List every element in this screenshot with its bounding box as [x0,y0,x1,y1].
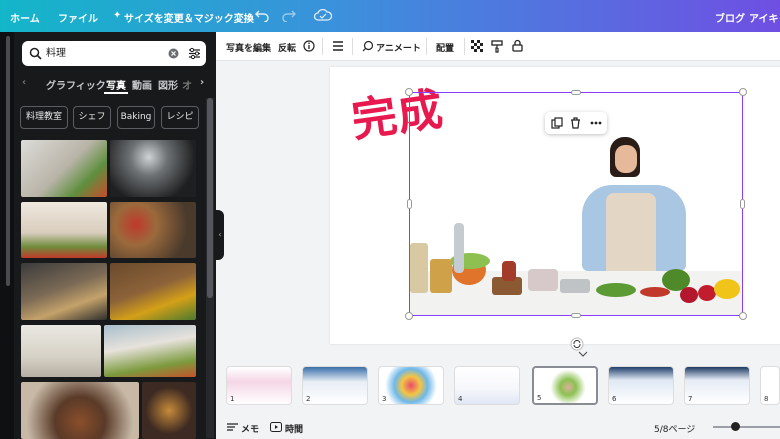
notes-button[interactable]: メモ [241,422,259,435]
chip-baking[interactable]: Baking [117,106,155,129]
divider [426,38,427,55]
home-menu[interactable]: ホーム [10,10,40,25]
timer-icon [270,422,282,432]
panel-scrollbar[interactable] [206,98,214,438]
copy-style-icon[interactable] [491,40,503,53]
bottom-bar: メモ 時間 5/8ページ [216,414,780,439]
chevron-right-icon[interactable]: › [200,77,204,88]
chevron-left-icon[interactable]: ‹ [22,77,26,88]
position-button[interactable]: 配置 [436,41,454,54]
redo-icon[interactable] [282,8,296,22]
undo-icon[interactable] [255,8,269,22]
resize-handle[interactable] [739,312,747,320]
divider [464,38,465,55]
flip-button[interactable]: 反転 [278,41,296,54]
photo-thumbnail[interactable] [110,263,196,320]
clear-search-icon[interactable] [168,48,179,59]
border-style-icon[interactable] [332,40,344,52]
zoom-slider[interactable] [713,426,780,428]
resize-handle[interactable] [571,90,581,95]
tab-more[interactable]: オ [182,77,192,92]
filter-icon[interactable] [188,47,201,60]
tab-shapes[interactable]: 図形 [158,77,178,92]
tab-videos[interactable]: 動画 [132,77,152,92]
chip-cooking-class[interactable]: 料理教室 [20,106,68,129]
page-number: 8 [764,395,769,403]
resize-handle[interactable] [739,88,747,96]
photo-thumbnail[interactable] [21,140,107,197]
design-title[interactable]: アイキャ [749,10,780,25]
magic-icon: ✦ [113,10,122,21]
photo-thumbnail[interactable] [21,263,107,320]
animate-button[interactable]: アニメート [376,41,421,54]
page-number: 5 [537,394,542,402]
category-tabs: ‹ グラフィック 写真 動画 図形 オ › [20,74,210,94]
notes-icon [227,423,238,431]
zoom-slider-thumb[interactable] [731,422,740,431]
search-icon [29,47,42,60]
rail-scrollbar[interactable] [6,36,10,286]
photo-thumbnail[interactable] [110,140,196,197]
timer-button[interactable]: 時間 [285,422,303,435]
page-thumbnail[interactable]: 6 [608,366,674,405]
animate-icon [362,40,374,52]
lock-icon[interactable] [512,39,523,52]
resize-handle[interactable] [740,199,745,209]
rotate-icon[interactable] [570,337,584,351]
page-thumbnail[interactable]: 3 [378,366,444,405]
collapse-panel-handle[interactable]: ‹ [216,210,224,260]
search-box [22,41,206,66]
active-tab-indicator [104,92,128,94]
page-strip: 1 2 3 4 5 6 7 8 [216,358,780,410]
photo-thumbnail[interactable] [142,382,196,439]
tab-photos[interactable]: 写真 [106,77,126,92]
page-thumbnail[interactable]: 7 [684,366,750,405]
page-number: 7 [688,395,693,403]
page-thumbnail[interactable]: 8 [760,366,780,405]
photo-thumbnail[interactable] [21,382,139,439]
side-panel: ‹ グラフィック 写真 動画 図形 オ › 料理教室 シェフ Baking レシ… [0,32,216,439]
resize-handle[interactable] [407,199,412,209]
scrollbar-thumb[interactable] [207,98,213,298]
chip-chef[interactable]: シェフ [73,106,111,129]
page-number: 3 [382,395,387,403]
resize-handle[interactable] [571,313,581,318]
resize-button[interactable]: サイズを変更＆マジック変換 [124,10,254,25]
page-thumbnail-current[interactable]: 5 [532,366,598,405]
resize-handle[interactable] [405,88,413,96]
edit-photo-button[interactable]: 写真を編集 [226,41,271,54]
photo-thumbnail[interactable] [110,202,196,258]
page-thumbnail[interactable]: 4 [454,366,520,405]
context-toolbar: 写真を編集 反転 アニメート 配置 [216,32,780,61]
blog-label[interactable]: ブログ [715,10,745,25]
page-thumbnail[interactable]: 1 [226,366,292,405]
tab-graphics[interactable]: グラフィック [46,77,106,92]
chevron-down-icon[interactable] [578,351,588,357]
photo-thumbnail[interactable] [104,325,196,377]
cloud-save-icon[interactable] [314,8,332,22]
panel-rail [0,32,14,439]
photo-thumbnail[interactable] [21,202,107,258]
file-menu[interactable]: ファイル [58,10,98,25]
divider [352,38,353,55]
chip-recipe[interactable]: レシピ [161,106,199,129]
more-options-icon[interactable] [590,121,602,125]
resize-handle[interactable] [405,312,413,320]
search-input[interactable] [46,46,176,57]
page-thumbnail[interactable]: 2 [302,366,368,405]
photo-thumbnail[interactable] [21,325,101,377]
trash-icon[interactable] [570,117,581,129]
page-number: 2 [306,395,311,403]
duplicate-icon[interactable] [551,117,563,129]
top-bar: ホーム ファイル ✦ サイズを変更＆マジック変換 ブログ アイキャ [0,0,780,32]
transparency-icon[interactable] [471,40,483,52]
divider [322,38,323,55]
page-number: 1 [230,395,235,403]
floating-toolbar [545,112,607,134]
page-indicator[interactable]: 5/8ページ [654,422,695,435]
page-number: 4 [458,395,463,403]
info-icon[interactable] [303,40,315,52]
page-number: 6 [612,395,617,403]
